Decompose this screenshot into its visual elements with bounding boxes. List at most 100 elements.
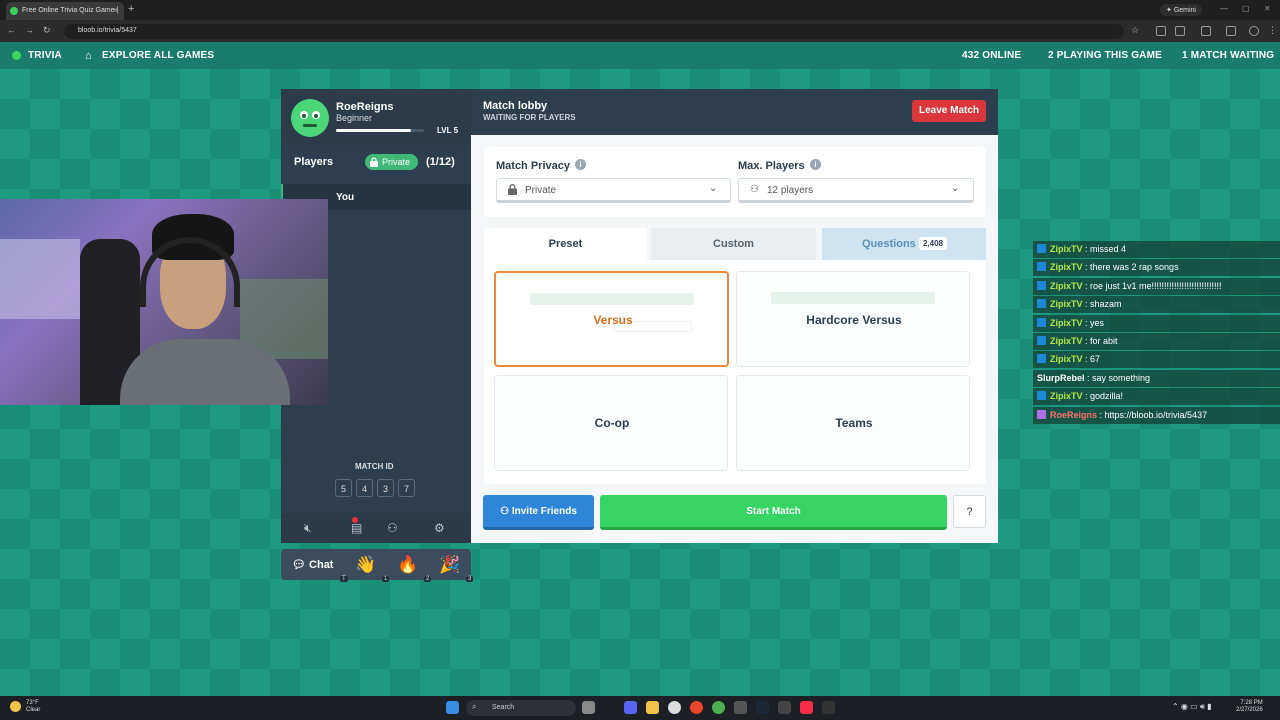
reload-icon[interactable]: ↻	[43, 25, 51, 36]
tab-title: Free Online Trivia Quiz Game |	[22, 7, 119, 14]
extensions-puzzle-icon[interactable]	[1175, 26, 1185, 36]
max-players-select[interactable]: 12 players	[738, 178, 974, 203]
steam-icon[interactable]	[756, 701, 769, 714]
wave-emote-icon[interactable]: 👋	[355, 555, 376, 575]
chat-message: ZipixTV : yes	[1033, 314, 1280, 332]
menu-icon[interactable]: ⋮	[1268, 25, 1277, 36]
gemini-button[interactable]: ✦ Gemini	[1160, 4, 1202, 16]
fire-emote-icon[interactable]: 🔥	[397, 555, 418, 575]
profile-icon[interactable]	[1249, 26, 1259, 36]
match-id-digit: 7	[398, 479, 415, 497]
explore-games-link[interactable]: EXPLORE ALL GAMES	[102, 50, 214, 61]
emote-hotkey: 3	[466, 576, 474, 582]
extension-icon[interactable]	[1156, 26, 1166, 36]
home-icon: ⌂	[85, 50, 92, 62]
chevron-down-icon: ⌄	[709, 183, 718, 194]
friends-icon[interactable]: ⚇	[387, 521, 398, 535]
avatar-face-icon	[300, 111, 320, 127]
time: 7:28 PM	[1240, 700, 1263, 706]
bookmark-star-icon[interactable]: ☆	[1131, 25, 1139, 36]
minimize-icon[interactable]: —	[1220, 4, 1228, 13]
clock[interactable]: 7:28 PM 2/27/2026	[1236, 700, 1263, 714]
invite-friends-button[interactable]: ⚇ Invite Friends	[483, 495, 594, 530]
taskbar-search[interactable]: Search	[466, 700, 576, 716]
obs-icon[interactable]	[668, 701, 681, 714]
tab-custom[interactable]: Custom	[651, 228, 816, 260]
chat-text: : godzilla!	[1082, 391, 1124, 402]
chat-text: : say something	[1084, 372, 1151, 383]
chat-text: : https://bloob.io/trivia/5437	[1097, 409, 1208, 420]
music-icon[interactable]	[800, 701, 813, 714]
match-id-digit: 4	[356, 479, 373, 497]
online-count: 432 ONLINE	[962, 50, 1022, 61]
app-icon[interactable]	[690, 701, 703, 714]
mode-card-hardcore[interactable]: Hardcore Versus	[736, 271, 970, 367]
chat-message: ZipixTV : 67	[1033, 351, 1280, 369]
app-icon[interactable]	[778, 701, 791, 714]
help-button[interactable]: ?	[953, 495, 986, 528]
leave-match-button[interactable]: Leave Match	[912, 100, 986, 122]
match-id-digit: 5	[335, 479, 352, 497]
preview-bar	[530, 293, 694, 305]
mode-card-teams[interactable]: Teams	[736, 375, 970, 471]
emote-hotkey: 2	[424, 576, 432, 582]
app-icon[interactable]	[734, 701, 747, 714]
close-window-icon[interactable]: ✕	[1264, 4, 1271, 13]
app-name[interactable]: TRIVIA	[28, 50, 62, 61]
mode-card-versus[interactable]: Versus	[494, 271, 729, 367]
chrome-icon[interactable]	[712, 701, 725, 714]
taskview-icon[interactable]	[582, 701, 595, 714]
new-tab-icon[interactable]: +	[128, 3, 134, 15]
discord-icon[interactable]	[624, 701, 637, 714]
start-match-button[interactable]: Start Match	[600, 495, 947, 530]
privacy-badge-label: Private	[382, 157, 411, 167]
privacy-select[interactable]: Private	[496, 178, 731, 203]
mode-label-teams: Teams	[835, 416, 873, 430]
info-icon[interactable]: i	[810, 159, 821, 170]
back-icon[interactable]: ←	[7, 25, 16, 35]
mode-card-coop[interactable]: Co-op	[494, 375, 728, 471]
close-tab-icon[interactable]: ×	[113, 5, 118, 15]
avatar[interactable]	[291, 99, 329, 137]
sidepanel-icon[interactable]	[1201, 26, 1211, 36]
chat-username: ZipixTV	[1050, 299, 1083, 310]
chat-button[interactable]: 💬︎ Chat	[292, 558, 333, 571]
system-tray-icons[interactable]: ⌃ ◉ ▭ 🔊︎ ▮	[1172, 702, 1212, 712]
tab-questions[interactable]: Questions 2,408	[822, 228, 986, 260]
settings-gear-icon[interactable]: ⚙	[434, 521, 445, 535]
emote-hotkey: 1	[382, 576, 390, 582]
lobby-title: Match lobby	[483, 100, 548, 112]
browser-tab-bar	[0, 0, 1280, 20]
webcam-overlay	[0, 199, 328, 405]
chat-username: ZipixTV	[1050, 244, 1083, 254]
url-field[interactable]: bloob.io/trivia/5437	[64, 24, 1124, 39]
app-icon[interactable]	[822, 701, 835, 714]
folder-icon[interactable]	[646, 701, 659, 714]
weather-widget[interactable]: 73°F Clear	[26, 700, 40, 714]
start-icon[interactable]	[446, 701, 459, 714]
leaderboard-icon[interactable]: ▤	[351, 521, 362, 535]
chat-badge-icon	[1037, 354, 1046, 364]
tab-preset[interactable]: Preset	[484, 228, 647, 260]
download-icon[interactable]	[1226, 26, 1236, 36]
players-icon: ⚇	[750, 184, 759, 195]
weather-icon	[10, 701, 21, 712]
mode-label-hardcore: Hardcore Versus	[806, 313, 902, 327]
chat-username: ZipixTV	[1050, 336, 1083, 346]
browser-tab[interactable]: Free Online Trivia Quiz Game | ×	[6, 2, 124, 20]
forward-icon[interactable]: →	[25, 25, 34, 35]
chat-badge-icon	[1037, 317, 1046, 327]
chat-badge-icon	[1037, 336, 1046, 345]
info-icon[interactable]: i	[575, 159, 586, 170]
search-icon: ⌕	[472, 702, 477, 711]
chat-message: ZipixTV : roe just 1v1 me!!!!!!!!!!!!!!!…	[1033, 277, 1280, 295]
username: RoeReigns	[336, 101, 394, 113]
gemini-label: Gemini	[1173, 7, 1196, 14]
chat-text: : shazam	[1082, 299, 1122, 310]
user-level: LVL 5	[437, 126, 459, 135]
mute-icon[interactable]: 🔇︎	[304, 521, 312, 536]
party-emote-icon[interactable]: 🎉	[439, 555, 460, 575]
chat-message: ZipixTV : missed 4	[1033, 241, 1280, 258]
chat-username: RoeReigns	[1050, 409, 1098, 420]
maximize-icon[interactable]: ▢	[1242, 4, 1250, 13]
